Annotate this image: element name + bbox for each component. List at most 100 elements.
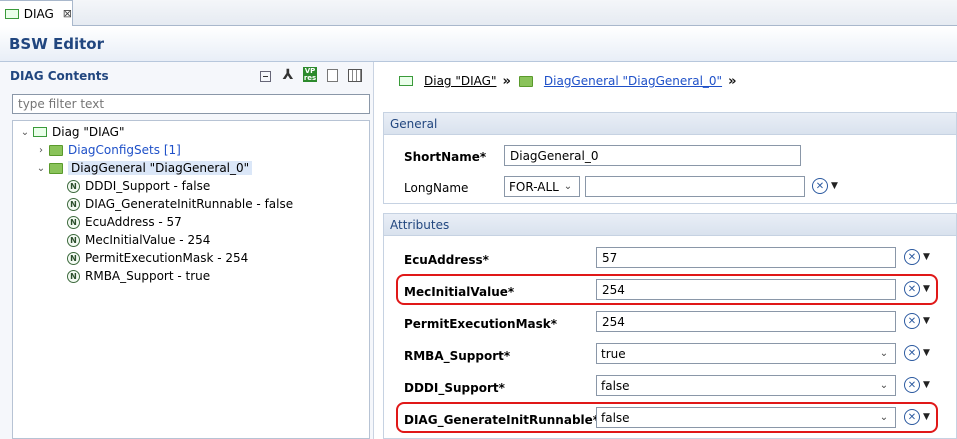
rmba-support-select[interactable]: true ⌄: [596, 343, 896, 364]
document-icon: [326, 68, 338, 82]
tree-item-diagconfigsets[interactable]: › DiagConfigSets [1]: [35, 141, 181, 159]
close-icon[interactable]: ⊠: [63, 7, 72, 20]
hierarchy-icon: ⅄: [282, 67, 294, 83]
breadcrumb-separator[interactable]: »: [728, 74, 736, 89]
permitexecutionmask-input[interactable]: [596, 311, 896, 332]
editor-header: BSW Editor: [0, 27, 957, 62]
longname-label: LongName: [404, 181, 469, 195]
dropdown-arrow-icon[interactable]: ▼: [923, 380, 930, 390]
tab-diag[interactable]: DIAG ⊠: [0, 0, 73, 26]
tree-item-label: EcuAddress - 57: [85, 215, 182, 229]
longname-language-select[interactable]: FOR-ALL ⌄: [504, 176, 580, 197]
chevron-down-icon[interactable]: ⌄: [35, 163, 47, 174]
contents-title: DIAG Contents: [10, 69, 109, 83]
general-section: General ShortName* LongName FOR-ALL ⌄ ✕ …: [383, 112, 957, 204]
filter-input[interactable]: [12, 94, 370, 114]
rmba-support-value: true: [601, 346, 626, 361]
document-button[interactable]: [324, 67, 340, 83]
attribute-label: EcuAddress*: [404, 253, 489, 267]
dddi-support-value: false: [601, 378, 630, 393]
longname-input[interactable]: [585, 176, 805, 197]
tree-item-param[interactable]: N DIAG_GenerateInitRunnable - false: [67, 195, 293, 213]
diag-module-icon: [5, 8, 19, 19]
tree-item-label: MecInitialValue - 254: [85, 233, 211, 247]
breadcrumb: Diag "DIAG" » DiagGeneral "DiagGeneral_0…: [375, 62, 957, 100]
numeric-param-icon: N: [67, 179, 80, 193]
dddi-support-action-button[interactable]: ✕ ▼: [904, 377, 930, 393]
dropdown-arrow-icon[interactable]: ▼: [923, 316, 930, 326]
shortname-label: ShortName*: [404, 150, 487, 164]
numeric-param-icon: N: [67, 251, 80, 265]
contents-panel: DIAG Contents ⅄ VP res ⌄ Diag "DIAG" › D…: [0, 62, 374, 439]
properties-panel: Diag "DIAG" » DiagGeneral "DiagGeneral_0…: [375, 62, 957, 439]
tab-diag-label: DIAG: [23, 6, 54, 21]
tools-icon: ✕: [904, 249, 920, 265]
dropdown-arrow-icon[interactable]: ▼: [923, 348, 930, 358]
vp-res-button[interactable]: VP res: [303, 67, 317, 82]
collapse-all-icon: [259, 70, 271, 82]
table-view-button[interactable]: [347, 67, 363, 83]
dropdown-arrow-icon[interactable]: ▼: [923, 252, 930, 262]
attribute-label: RMBA_Support*: [404, 349, 511, 363]
tree-item-label: DIAG_GenerateInitRunnable - false: [85, 197, 294, 211]
folder-icon: [49, 144, 63, 156]
attributes-section-header[interactable]: Attributes: [384, 214, 956, 236]
tree-item-param[interactable]: N RMBA_Support - true: [67, 267, 210, 285]
ecuaddress-input[interactable]: [596, 247, 896, 268]
tree-item-label: DiagGeneral "DiagGeneral_0": [68, 161, 253, 175]
tree-item-param[interactable]: N DDDI_Support - false: [67, 177, 210, 195]
chevron-right-icon[interactable]: ›: [35, 145, 47, 156]
contents-toolbar: ⅄ VP res: [257, 67, 363, 83]
chevron-down-icon: ⌄: [879, 380, 889, 391]
breadcrumb-separator[interactable]: »: [502, 74, 510, 89]
numeric-param-icon: N: [67, 269, 80, 283]
contents-tree: ⌄ Diag "DIAG" › DiagConfigSets [1] ⌄ Dia…: [12, 120, 370, 439]
diag-module-icon: [33, 127, 47, 137]
chevron-down-icon[interactable]: ⌄: [19, 127, 31, 138]
longname-action-button[interactable]: ✕ ▼: [812, 178, 838, 194]
shortname-input[interactable]: [504, 145, 801, 166]
breadcrumb-link-diaggeneral[interactable]: DiagGeneral "DiagGeneral_0": [544, 74, 722, 88]
diag-module-icon: [399, 76, 413, 86]
tools-icon: ✕: [904, 313, 920, 329]
editor-title: BSW Editor: [9, 35, 105, 53]
numeric-param-icon: N: [67, 215, 80, 229]
longname-language-value: FOR-ALL: [509, 179, 559, 194]
chevron-down-icon: ⌄: [879, 348, 889, 359]
attribute-label: PermitExecutionMask*: [404, 317, 558, 331]
tree-item-param[interactable]: N PermitExecutionMask - 254: [67, 249, 248, 267]
highlight-box: [396, 274, 938, 305]
highlight-box: [396, 402, 938, 433]
tree-item-label: RMBA_Support - true: [85, 269, 211, 283]
general-section-header[interactable]: General: [384, 113, 956, 135]
numeric-param-icon: N: [67, 233, 80, 247]
chevron-down-icon: ⌄: [563, 181, 573, 192]
table-icon: [348, 68, 362, 82]
tools-icon: ✕: [904, 377, 920, 393]
numeric-param-icon: N: [67, 197, 80, 211]
collapse-all-button[interactable]: [257, 67, 273, 83]
breadcrumb-link-diag[interactable]: Diag "DIAG": [424, 74, 496, 88]
ecuaddress-action-button[interactable]: ✕ ▼: [904, 249, 930, 265]
tree-item-param[interactable]: N EcuAddress - 57: [67, 213, 182, 231]
tree-item-diag[interactable]: ⌄ Diag "DIAG": [19, 123, 125, 141]
attribute-label: DDDI_Support*: [404, 381, 505, 395]
tools-icon: ✕: [812, 178, 828, 194]
attributes-section: Attributes EcuAddress* ✕ ▼ MecInitialVal…: [383, 213, 957, 439]
folder-icon: [518, 75, 533, 87]
tree-item-diaggeneral[interactable]: ⌄ DiagGeneral "DiagGeneral_0": [35, 159, 253, 177]
tree-item-label: DiagConfigSets [1]: [68, 143, 181, 157]
vp-icon-bottom: res: [303, 73, 317, 82]
permitexecutionmask-action-button[interactable]: ✕ ▼: [904, 313, 930, 329]
dropdown-arrow-icon[interactable]: ▼: [831, 181, 838, 191]
tree-item-label: DDDI_Support - false: [85, 179, 211, 193]
dddi-support-select[interactable]: false ⌄: [596, 375, 896, 396]
folder-icon: [49, 162, 63, 174]
hierarchy-button[interactable]: ⅄: [280, 67, 296, 83]
tools-icon: ✕: [904, 345, 920, 361]
tree-item-label: PermitExecutionMask - 254: [85, 251, 249, 265]
tree-item-param[interactable]: N MecInitialValue - 254: [67, 231, 210, 249]
tree-item-label: Diag "DIAG": [52, 125, 125, 139]
editor-tab-bar: DIAG ⊠: [0, 0, 957, 26]
rmba-support-action-button[interactable]: ✕ ▼: [904, 345, 930, 361]
